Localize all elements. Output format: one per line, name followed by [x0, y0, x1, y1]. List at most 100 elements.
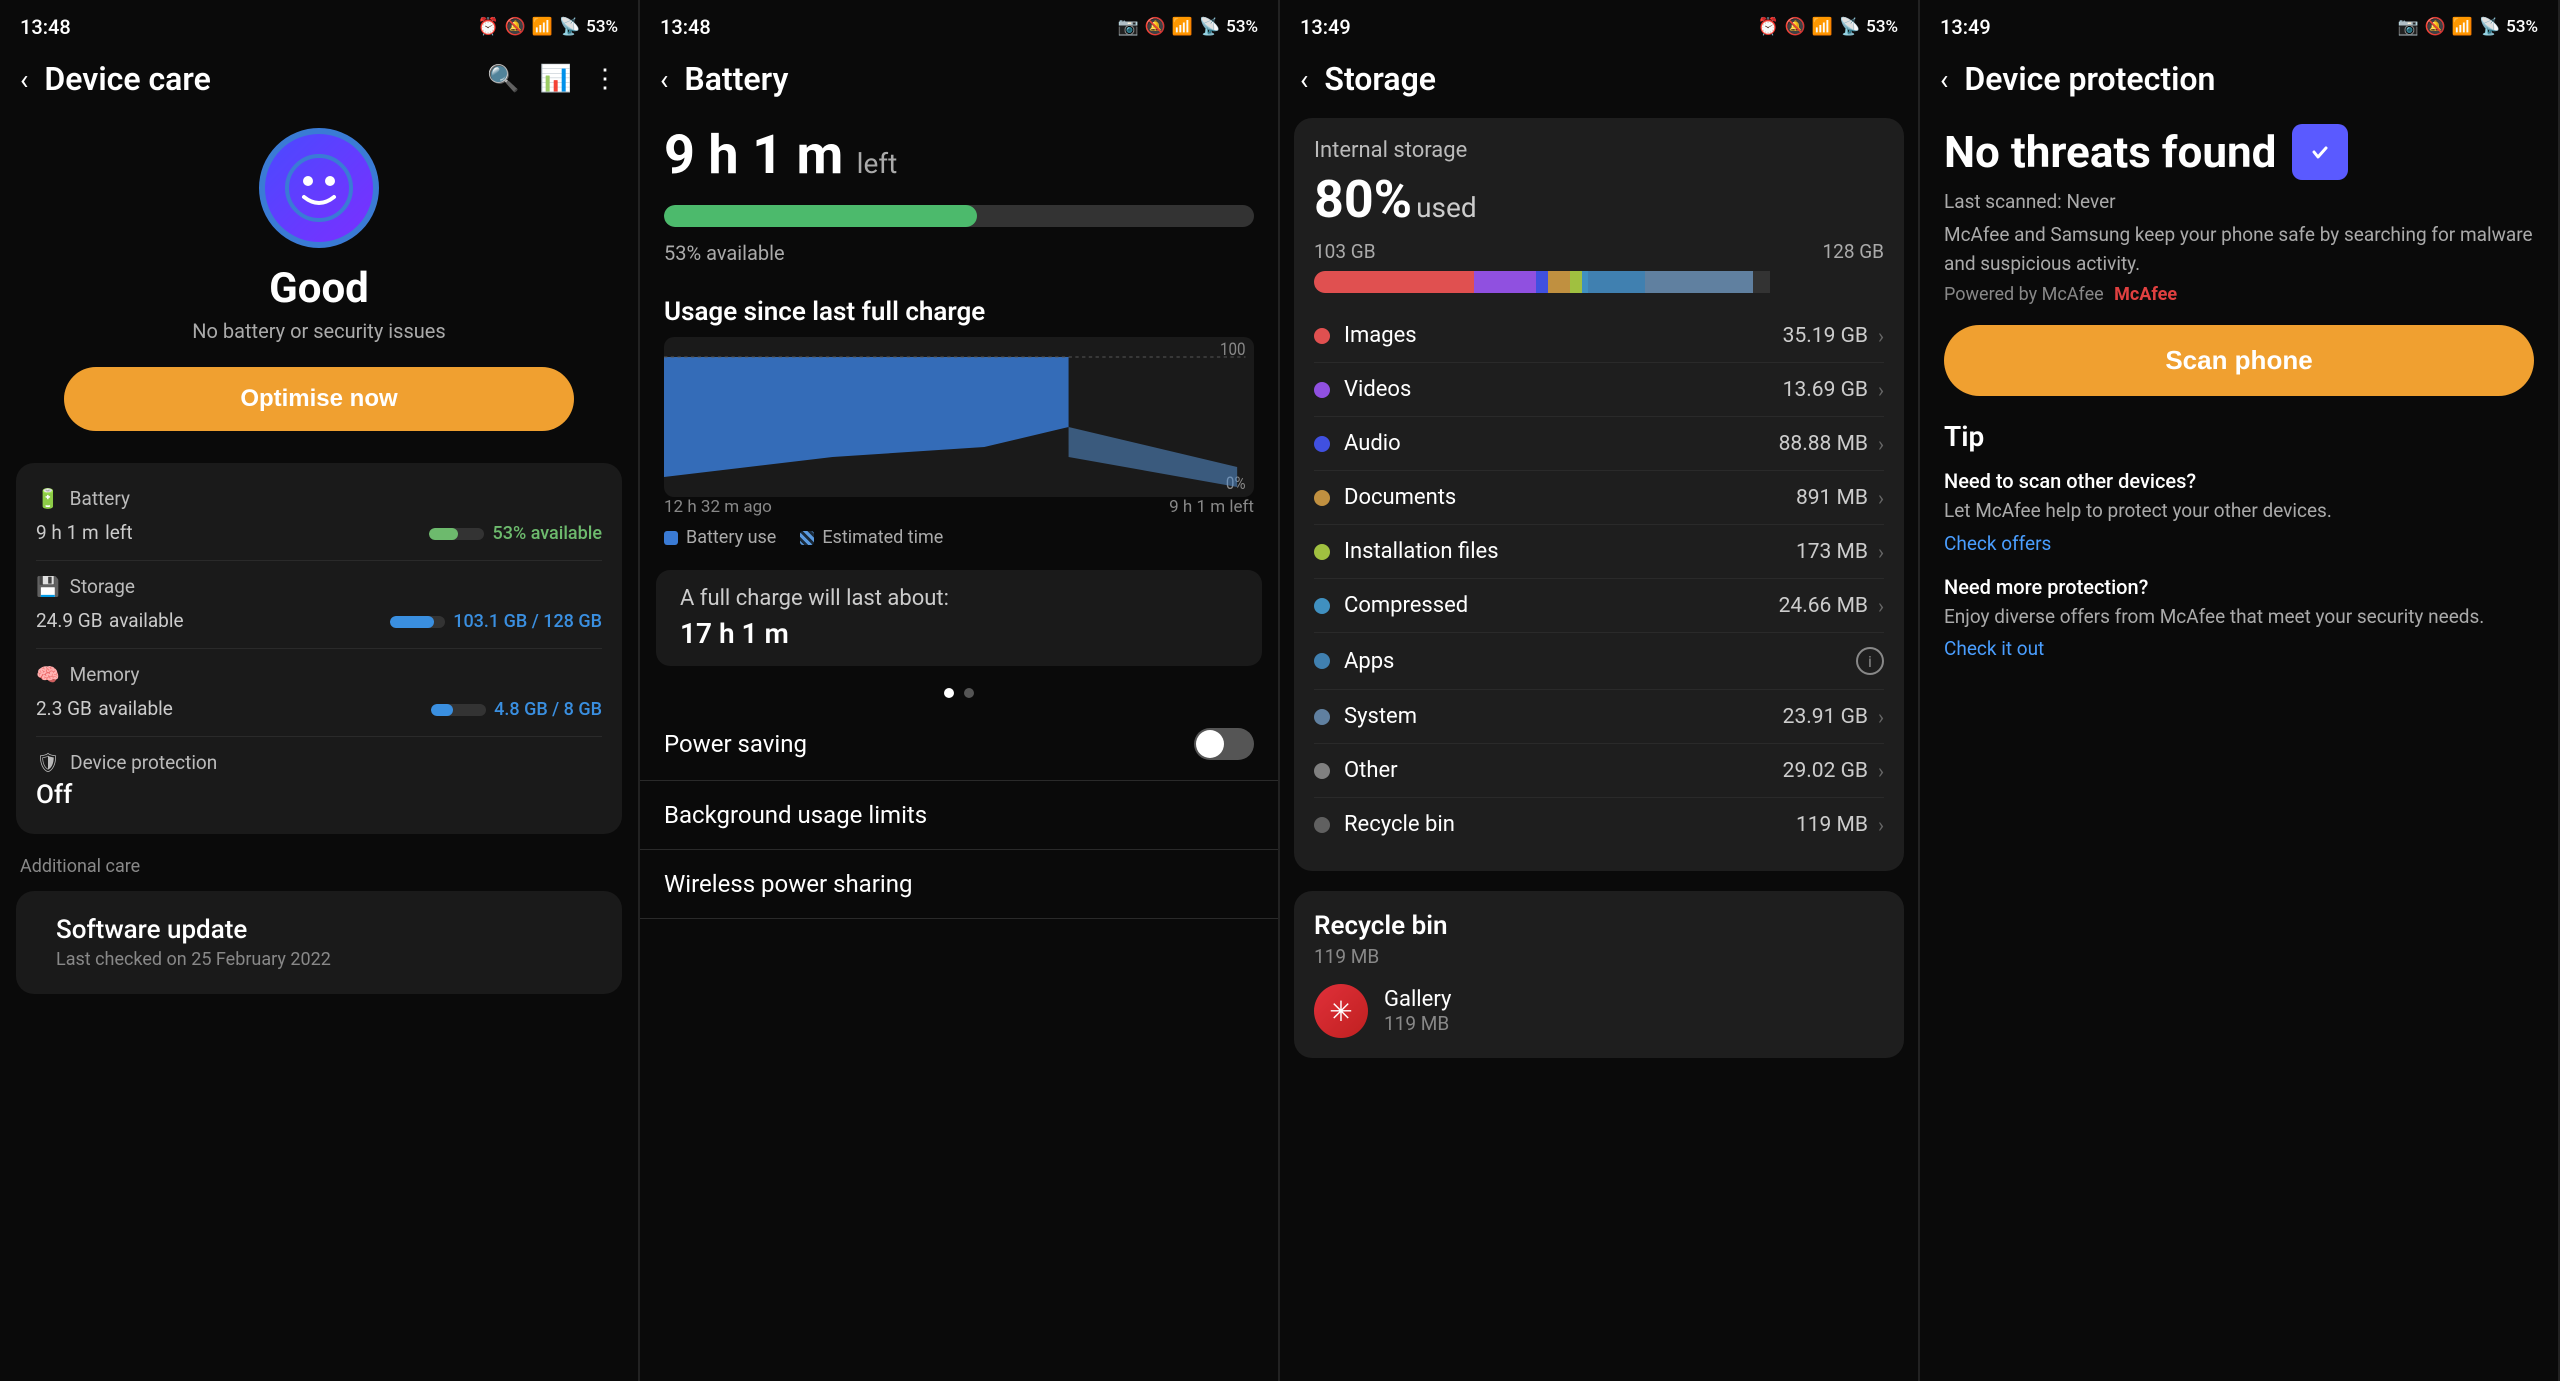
battery-time-display: 9 h 1 m left	[640, 108, 1278, 195]
device-protection-value: Off	[36, 780, 72, 810]
device-protection-item[interactable]: 🛡 Device protection Off	[36, 737, 602, 824]
page-title-3: Storage	[1324, 60, 1898, 98]
hero-section: Good No battery or security issues Optim…	[0, 108, 638, 455]
more-icon-1[interactable]: ⋮	[592, 64, 618, 94]
back-button-2[interactable]: ‹	[660, 63, 668, 96]
back-button-3[interactable]: ‹	[1300, 63, 1308, 96]
bar-install	[1570, 271, 1581, 293]
metrics-card: 🔋 Battery 9 h 1 m left 53% available 💾 S…	[16, 463, 622, 834]
internal-storage-label: Internal storage	[1314, 138, 1884, 163]
storage-row-videos[interactable]: Videos 13.69 GB ›	[1314, 363, 1884, 417]
bar-docs	[1548, 271, 1571, 293]
storage-row-other[interactable]: Other 29.02 GB ›	[1314, 744, 1884, 798]
optimise-button[interactable]: Optimise now	[64, 367, 574, 431]
top-nav-1: ‹ Device care 🔍 📊 ⋮	[0, 50, 638, 108]
storage-item[interactable]: 💾 Storage 24.9 GB available 103.1 GB / 1…	[36, 561, 602, 649]
storage-row-docs[interactable]: Documents 891 MB ›	[1314, 471, 1884, 525]
storage-row-apps[interactable]: Apps i	[1314, 633, 1884, 690]
recycle-gallery-item[interactable]: ✳ Gallery 119 MB	[1314, 984, 1884, 1038]
chart-icon-1[interactable]: 📊	[540, 64, 572, 94]
chevron-system: ›	[1878, 705, 1884, 729]
hero-subtitle: No battery or security issues	[192, 319, 445, 343]
mute-icon-3: 🔕	[1785, 17, 1806, 37]
battery-pct-3: 53%	[1866, 17, 1898, 37]
chevron-docs: ›	[1878, 486, 1884, 510]
chevron-recycle: ›	[1878, 813, 1884, 837]
scan-phone-button[interactable]: Scan phone	[1944, 325, 2534, 396]
mute-icon-4: 🔕	[2425, 17, 2446, 37]
storage-items-list: Images 35.19 GB › Videos 13.69 GB ›	[1314, 309, 1884, 851]
battery-bar-large	[664, 205, 1254, 227]
back-button-1[interactable]: ‹	[20, 63, 28, 96]
memory-item[interactable]: 🧠 Memory 2.3 GB available 4.8 GB / 8 GB	[36, 649, 602, 737]
toggle-knob	[1196, 730, 1224, 758]
status-icon	[259, 128, 379, 248]
storage-row-recycle[interactable]: Recycle bin 119 MB ›	[1314, 798, 1884, 851]
signal-icon-3: 📡	[1839, 17, 1860, 37]
legend-estimated: Estimated time	[800, 527, 943, 548]
wifi-icon: 📶	[532, 17, 553, 37]
protection-main: No threats found Last scanned: Never McA…	[1920, 108, 2558, 696]
software-update-item[interactable]: Software update Last checked on 25 Febru…	[36, 901, 602, 984]
powered-by: Powered by McAfee McAfee	[1944, 284, 2534, 305]
storage-row-audio[interactable]: Audio 88.88 MB ›	[1314, 417, 1884, 471]
usage-section-label: Usage since last full charge	[640, 281, 1278, 337]
storage-row-images[interactable]: Images 35.19 GB ›	[1314, 309, 1884, 363]
battery-bar-fill	[664, 205, 977, 227]
bar-images	[1314, 271, 1474, 293]
memory-values: 2.3 GB available 4.8 GB / 8 GB	[36, 692, 602, 722]
software-update-sub: Last checked on 25 February 2022	[56, 949, 582, 970]
nav-icons-1: 🔍 📊 ⋮	[487, 64, 618, 94]
legend-dot-battery	[664, 531, 678, 545]
screen-device-care: 13:48 ⏰ 🔕 📶 📡 53% ‹ Device care 🔍 📊 ⋮	[0, 0, 640, 1381]
storage-row-install[interactable]: Installation files 173 MB ›	[1314, 525, 1884, 579]
tip-title-1: Need to scan other devices?	[1944, 469, 2534, 493]
dot-apps	[1314, 653, 1330, 669]
alarm-icon: ⏰	[477, 17, 498, 37]
legend-battery-use: Battery use	[664, 527, 776, 548]
time-1: 13:48	[20, 15, 71, 39]
chart-legend: Battery use Estimated time	[640, 517, 1278, 558]
memory-label: 🧠 Memory	[36, 663, 602, 686]
time-4: 13:49	[1940, 15, 1991, 39]
full-charge-value: 17 h 1 m	[680, 617, 1238, 650]
full-charge-label: A full charge will last about:	[680, 586, 1238, 611]
chart-right-time: 9 h 1 m left	[1169, 497, 1254, 517]
power-saving-row[interactable]: Power saving	[640, 708, 1278, 781]
shield-check-icon	[2292, 124, 2348, 180]
top-nav-2: ‹ Battery	[640, 50, 1278, 108]
dot-1[interactable]	[944, 688, 954, 698]
dot-images	[1314, 328, 1330, 344]
dot-2[interactable]	[964, 688, 974, 698]
status-icons-2: 📷 🔕 📶 📡 53%	[1117, 17, 1258, 37]
chevron-videos: ›	[1878, 378, 1884, 402]
check-it-out-link[interactable]: Check it out	[1944, 637, 2044, 660]
storage-bar-labels: 103 GB 128 GB	[1314, 240, 1884, 263]
search-icon-1[interactable]: 🔍	[487, 64, 519, 94]
gallery-icon: ✳	[1314, 984, 1368, 1038]
page-title-1: Device care	[44, 60, 471, 98]
battery-usage-chart: 100 0%	[664, 337, 1254, 497]
storage-icon: 💾	[36, 575, 60, 598]
back-button-4[interactable]: ‹	[1940, 63, 1948, 96]
screen-storage: 13:49 ⏰ 🔕 📶 📡 53% ‹ Storage Internal sto…	[1280, 0, 1920, 1381]
battery-item[interactable]: 🔋 Battery 9 h 1 m left 53% available	[36, 473, 602, 561]
no-threats-title: No threats found	[1944, 126, 2276, 178]
battery-right: 53% available	[429, 523, 602, 544]
storage-multibar	[1314, 271, 1884, 293]
check-offers-link[interactable]: Check offers	[1944, 532, 2051, 555]
chevron-compressed: ›	[1878, 594, 1884, 618]
gallery-info: Gallery 119 MB	[1384, 987, 1451, 1035]
storage-row-system[interactable]: System 23.91 GB ›	[1314, 690, 1884, 744]
power-saving-toggle[interactable]	[1194, 728, 1254, 760]
battery-left-label: left	[857, 147, 898, 180]
wireless-power-row[interactable]: Wireless power sharing	[640, 850, 1278, 919]
storage-row-compressed[interactable]: Compressed 24.66 MB ›	[1314, 579, 1884, 633]
background-usage-row[interactable]: Background usage limits	[640, 781, 1278, 850]
top-nav-3: ‹ Storage	[1280, 50, 1918, 108]
photo-icon-4: 📷	[2397, 17, 2418, 37]
dot-audio	[1314, 436, 1330, 452]
page-title-2: Battery	[684, 60, 1258, 98]
screen-battery: 13:48 📷 🔕 📶 📡 53% ‹ Battery 9 h 1 m left…	[640, 0, 1280, 1381]
info-icon-apps[interactable]: i	[1856, 647, 1884, 675]
